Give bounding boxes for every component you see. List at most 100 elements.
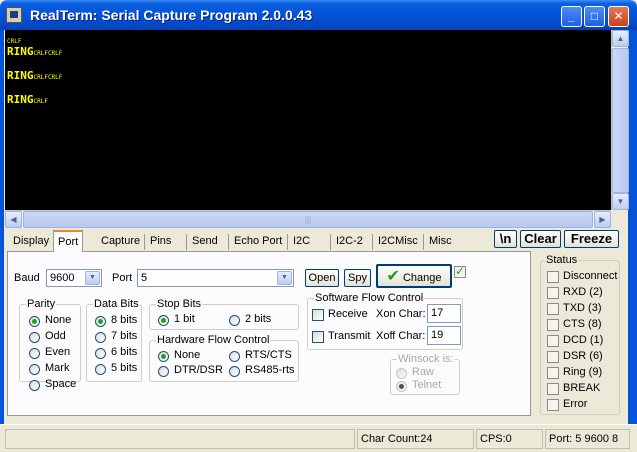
scroll-right-button[interactable]: ▶	[594, 211, 611, 228]
hw-flow-rtscts-radio[interactable]	[229, 351, 240, 362]
data-bits-6-label: 6 bits	[111, 346, 138, 358]
tab-i2c[interactable]: I2C	[290, 233, 313, 251]
data-bits-title: Data Bits	[93, 298, 140, 310]
stop-bits-2-label: 2 bits	[245, 313, 272, 325]
clear-button[interactable]: Clear	[520, 230, 561, 248]
stop-bits-group: Stop Bits 1 bit 2 bits	[149, 298, 299, 330]
parity-none-radio[interactable]	[29, 316, 40, 327]
change-auto-checkbox[interactable]	[454, 264, 466, 278]
hw-flow-rs485-radio[interactable]	[229, 366, 240, 377]
hw-flow-dtrdsr-radio[interactable]	[158, 366, 169, 377]
tab-pins[interactable]: Pins	[147, 233, 174, 251]
app-icon	[6, 7, 22, 23]
winsock-telnet-radio[interactable]	[396, 381, 407, 392]
tab-separator	[423, 234, 424, 250]
parity-space-radio[interactable]	[29, 380, 40, 391]
xon-char-label: Xon Char:	[376, 308, 426, 320]
xon-char-input[interactable]: 17	[427, 304, 461, 323]
scroll-left-button[interactable]: ◀	[5, 211, 22, 228]
hw-flow-none-label: None	[174, 349, 201, 361]
hw-flow-rs485-label: RS485-rts	[245, 364, 295, 376]
tab-capture[interactable]: Capture	[98, 233, 143, 251]
tab-separator	[186, 234, 187, 250]
status-disconnect-indicator	[547, 271, 559, 283]
status-title: Status	[545, 254, 579, 266]
parity-none-label: None	[45, 314, 72, 326]
window-title: RealTerm: Serial Capture Program 2.0.0.4…	[30, 7, 313, 23]
baud-select[interactable]: 9600 ▼	[46, 269, 102, 287]
data-bits-5-label: 5 bits	[111, 362, 138, 374]
parity-odd-radio[interactable]	[29, 332, 40, 343]
status-disconnect-label: Disconnect	[563, 270, 618, 282]
port-select[interactable]: 5 ▼	[137, 269, 294, 287]
status-cts-indicator	[547, 319, 559, 331]
sw-flow-receive-label: Receive	[328, 308, 368, 320]
parity-mark-radio[interactable]	[29, 364, 40, 375]
chevron-down-icon[interactable]: ▼	[85, 271, 100, 285]
stop-bits-2-radio[interactable]	[229, 315, 240, 326]
terminal-output[interactable]: CRLF RINGCRLFCRLF RINGCRLFCRLF RINGCRLF	[5, 30, 611, 210]
status-rxd-label: RXD (2)	[563, 286, 603, 298]
software-flow-group: Software Flow Control Receive Xon Char: …	[307, 292, 463, 350]
open-button[interactable]: Open	[305, 269, 339, 287]
statusbar-empty-cell	[5, 429, 355, 449]
window-border-right	[628, 30, 637, 424]
newline-button[interactable]: \n	[494, 230, 517, 248]
data-bits-8-radio[interactable]	[95, 316, 106, 327]
stop-bits-1-radio[interactable]	[158, 315, 169, 326]
status-cts-label: CTS (8)	[563, 318, 602, 330]
sw-flow-receive-checkbox[interactable]	[312, 309, 324, 321]
scroll-up-button[interactable]: ▲	[612, 30, 629, 47]
tab-separator	[372, 234, 373, 250]
parity-space-label: Space	[45, 378, 77, 390]
port-panel: Baud 9600 ▼ Port 5 ▼ Open Spy ✔ Change P…	[7, 251, 531, 416]
data-bits-7-label: 7 bits	[111, 330, 138, 342]
tab-i2cmisc[interactable]: I2CMisc	[375, 233, 421, 251]
xoff-char-input[interactable]: 19	[427, 326, 461, 345]
tab-separator	[144, 234, 145, 250]
tab-send[interactable]: Send	[189, 233, 221, 251]
parity-even-radio[interactable]	[29, 348, 40, 359]
sw-flow-transmit-checkbox[interactable]	[312, 331, 324, 343]
parity-mark-label: Mark	[45, 362, 70, 374]
winsock-telnet-label: Telnet	[412, 379, 442, 391]
vertical-scrollbar[interactable]: ▲ ▼	[611, 30, 629, 210]
tab-i2c-2[interactable]: I2C-2	[333, 233, 366, 251]
parity-odd-label: Odd	[45, 330, 66, 342]
window-border-left	[0, 30, 4, 424]
data-bits-group: Data Bits 8 bits 7 bits 6 bits 5 bits	[86, 298, 142, 382]
status-dcd-label: DCD (1)	[563, 334, 604, 346]
hw-flow-none-radio[interactable]	[158, 351, 169, 362]
tab-display[interactable]: Display	[10, 233, 52, 251]
change-button[interactable]: ✔ Change	[376, 264, 452, 288]
winsock-raw-radio[interactable]	[396, 368, 407, 379]
stop-bits-title: Stop Bits	[156, 298, 203, 310]
freeze-button[interactable]: Freeze	[564, 230, 619, 248]
data-bits-8-label: 8 bits	[111, 314, 138, 326]
status-txd-indicator	[547, 303, 559, 315]
parity-group: Parity None Odd Even Mark Space	[19, 298, 81, 391]
horizontal-scrollbar[interactable]: ◀ ||| ▶	[5, 210, 611, 228]
maximize-button[interactable]: □	[584, 6, 605, 27]
tab-separator	[287, 234, 288, 250]
scroll-down-button[interactable]: ▼	[612, 193, 629, 210]
minimize-button[interactable]: _	[561, 6, 582, 27]
spy-button[interactable]: Spy	[344, 269, 371, 287]
data-bits-6-radio[interactable]	[95, 348, 106, 359]
chevron-down-icon[interactable]: ▼	[277, 271, 292, 285]
status-dsr-label: DSR (6)	[563, 350, 603, 362]
port-status: Port: 5 9600 8	[545, 429, 630, 449]
tab-misc[interactable]: Misc	[426, 233, 455, 251]
data-bits-5-radio[interactable]	[95, 364, 106, 375]
close-button[interactable]: ✕	[608, 6, 629, 27]
status-txd-label: TXD (3)	[563, 302, 602, 314]
tab-port[interactable]: Port	[53, 230, 84, 252]
horizontal-scroll-thumb[interactable]: |||	[23, 211, 593, 228]
vertical-scroll-thumb[interactable]	[612, 48, 629, 193]
status-ring-label: Ring (9)	[563, 366, 603, 378]
status-bar: Char Count:24 CPS:0 Port: 5 9600 8	[0, 424, 637, 452]
parity-title: Parity	[26, 298, 57, 310]
data-bits-7-radio[interactable]	[95, 332, 106, 343]
tab-echo-port[interactable]: Echo Port	[231, 233, 285, 251]
title-bar: RealTerm: Serial Capture Program 2.0.0.4…	[0, 0, 637, 30]
